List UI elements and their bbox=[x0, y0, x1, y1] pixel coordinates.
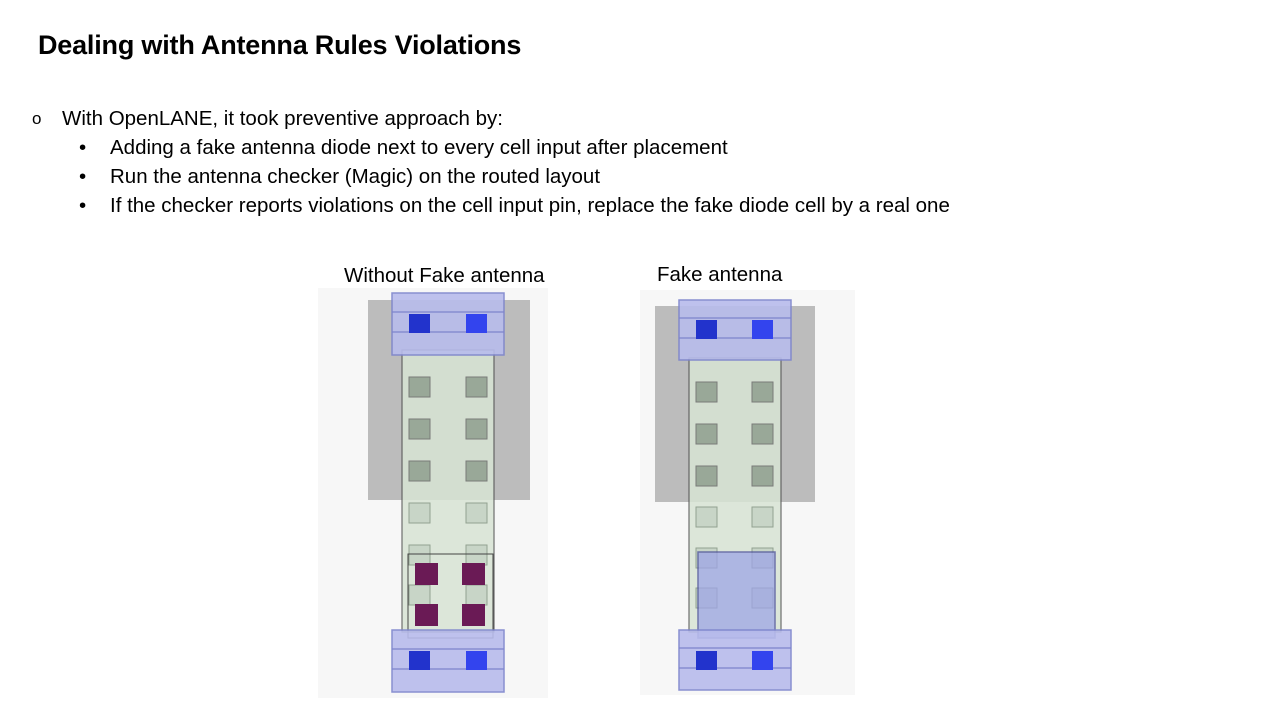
figure-caption-without-fake-antenna: Without Fake antenna bbox=[344, 264, 545, 287]
rail-contact bbox=[752, 651, 773, 670]
rail-contact bbox=[466, 651, 487, 670]
bullet-list: o With OpenLANE, it took preventive appr… bbox=[32, 104, 950, 220]
rail-contact bbox=[409, 314, 430, 333]
sub-bullet-marker: • bbox=[79, 136, 87, 159]
layout-with-fake-antenna bbox=[640, 290, 855, 695]
input-pin-contact bbox=[415, 604, 438, 626]
figure-caption-fake-antenna: Fake antenna bbox=[657, 263, 783, 286]
sub-bullet-2: • Run the antenna checker (Magic) on the… bbox=[32, 162, 950, 191]
sub-bullet-1: • Adding a fake antenna diode next to ev… bbox=[32, 133, 950, 162]
bullet-main: o With OpenLANE, it took preventive appr… bbox=[32, 104, 950, 133]
bottom-power-rail bbox=[678, 629, 792, 691]
layout-without-fake-antenna bbox=[318, 288, 548, 698]
bullet-main-text: With OpenLANE, it took preventive approa… bbox=[62, 107, 503, 130]
top-power-rail bbox=[391, 292, 505, 356]
input-pin-contact bbox=[462, 604, 485, 626]
input-pin-contact bbox=[462, 563, 485, 585]
sub-bullet-text: Adding a fake antenna diode next to ever… bbox=[110, 136, 728, 159]
sub-bullet-3: • If the checker reports violations on t… bbox=[32, 191, 950, 220]
sub-bullet-text: If the checker reports violations on the… bbox=[110, 194, 950, 217]
bottom-power-rail bbox=[391, 629, 505, 693]
fake-antenna-diode bbox=[697, 551, 776, 639]
sub-bullet-marker: • bbox=[79, 165, 87, 188]
rail-contact bbox=[696, 320, 717, 339]
sub-bullet-marker: • bbox=[79, 194, 87, 217]
input-pin-contact bbox=[415, 563, 438, 585]
sub-bullet-text: Run the antenna checker (Magic) on the r… bbox=[110, 165, 601, 188]
rail-contact bbox=[752, 320, 773, 339]
slide-title: Dealing with Antenna Rules Violations bbox=[38, 30, 522, 60]
rail-contact bbox=[466, 314, 487, 333]
top-power-rail bbox=[678, 299, 792, 361]
rail-contact bbox=[696, 651, 717, 670]
bullet-marker: o bbox=[32, 109, 42, 128]
rail-contact bbox=[409, 651, 430, 670]
